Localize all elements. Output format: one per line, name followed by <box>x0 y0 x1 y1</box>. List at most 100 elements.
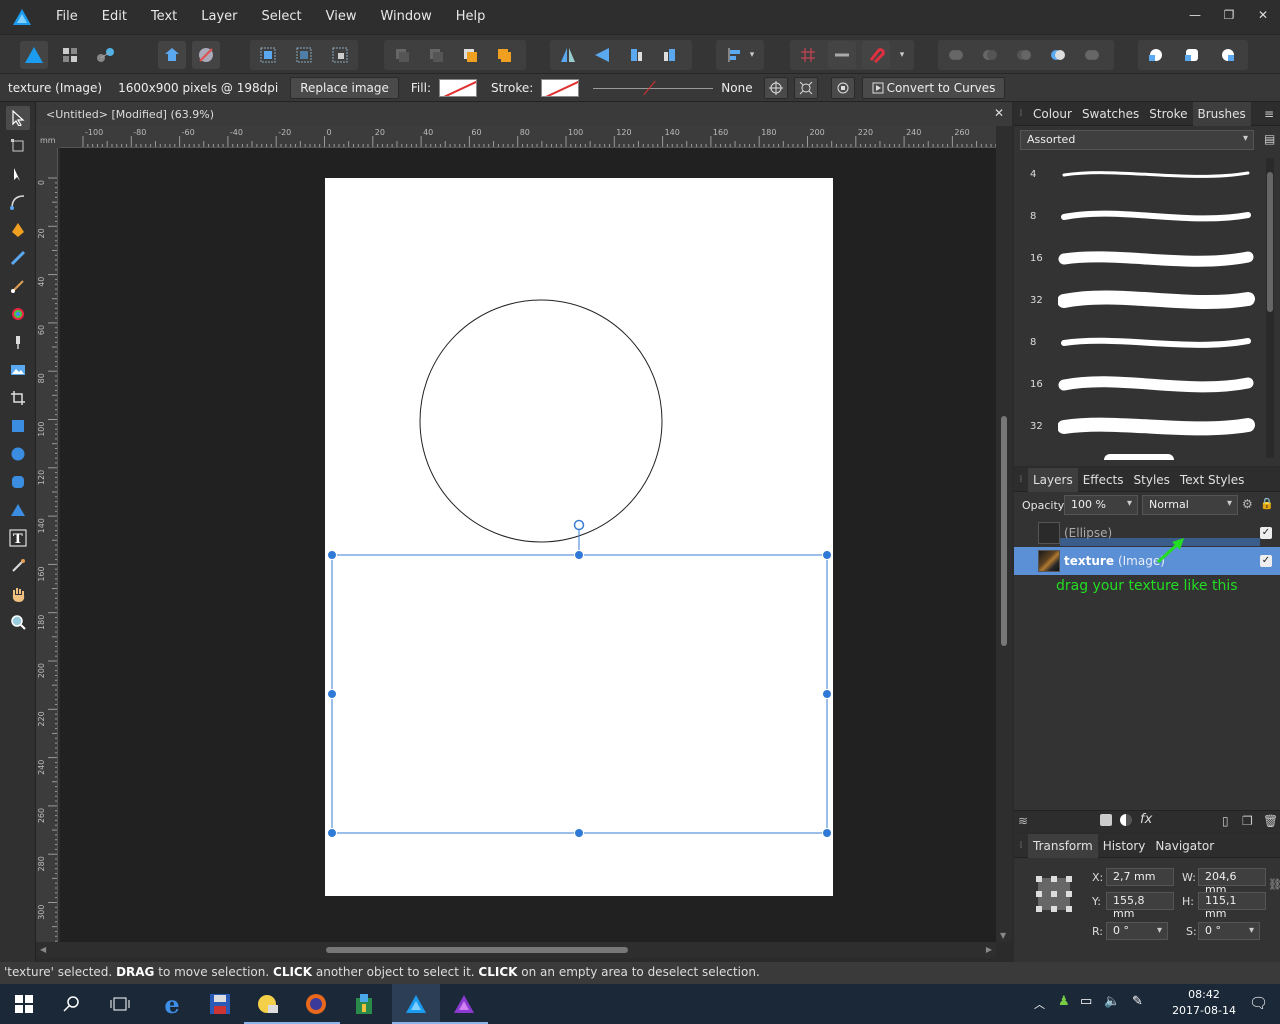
brush-list-menu-icon[interactable]: ▤ <box>1264 132 1275 146</box>
pixel-persona-icon[interactable] <box>56 41 84 69</box>
photo-app-icon[interactable] <box>244 984 292 1024</box>
scroll-left-icon[interactable]: ◀ <box>40 945 46 954</box>
zoom-tool-icon[interactable] <box>6 610 30 634</box>
save-app-icon[interactable] <box>196 984 244 1024</box>
xor-icon[interactable] <box>1044 41 1072 69</box>
transform-origin-icon[interactable] <box>793 76 818 99</box>
add-icon[interactable] <box>942 41 970 69</box>
adjustment-icon[interactable] <box>1120 814 1132 826</box>
node-tool-icon[interactable] <box>6 162 30 186</box>
affinity-designer-logo-icon[interactable] <box>0 0 44 34</box>
opacity-dropdown[interactable]: 100 % <box>1064 495 1138 515</box>
grid-icon[interactable] <box>794 41 822 69</box>
transparency-tool-icon[interactable] <box>6 330 30 354</box>
document-tab[interactable]: <Untitled> [Modified] (63.9%) ✕ <box>36 102 1012 126</box>
share-icon[interactable] <box>158 41 186 69</box>
layers-stack-icon[interactable]: ≋ <box>1018 814 1028 828</box>
affinity-designer-taskbar-icon[interactable] <box>392 984 440 1024</box>
tab-styles[interactable]: Styles <box>1129 468 1175 492</box>
menu-help[interactable]: Help <box>444 0 498 34</box>
magnet-icon[interactable] <box>862 41 890 69</box>
snap-to-grid-icon[interactable] <box>828 41 856 69</box>
move-to-back-icon[interactable] <box>388 41 416 69</box>
installer-app-icon[interactable] <box>340 984 388 1024</box>
vertical-scrollbar[interactable]: ▼ <box>996 126 1012 942</box>
move-forward-one-icon[interactable] <box>456 41 484 69</box>
menu-edit[interactable]: Edit <box>90 0 139 34</box>
layer-row-texture[interactable]: texture (Image) ✓ <box>1014 547 1280 575</box>
tab-colour[interactable]: Colour <box>1028 102 1077 126</box>
menu-file[interactable]: File <box>44 0 90 34</box>
anchor-selector-icon[interactable] <box>1034 874 1074 914</box>
menu-select[interactable]: Select <box>250 0 314 34</box>
lock-icon[interactable]: 🔒 <box>1260 497 1274 510</box>
clock[interactable]: 08:42 2017-08-14 <box>1172 987 1236 1019</box>
brush-item[interactable]: 8 <box>1014 322 1264 364</box>
menu-layer[interactable]: Layer <box>189 0 249 34</box>
corner-tool-icon[interactable] <box>6 190 30 214</box>
layer-settings-icon[interactable]: ⚙ <box>1242 497 1253 511</box>
x-field[interactable]: 2,7 mm <box>1106 868 1174 886</box>
stroke-swatch[interactable] <box>541 78 580 97</box>
close-document-icon[interactable]: ✕ <box>994 106 1004 120</box>
scroll-down-icon[interactable]: ▼ <box>1000 931 1006 940</box>
fx-icon[interactable]: fx <box>1140 812 1152 827</box>
brush-category-dropdown[interactable]: Assorted <box>1020 130 1254 150</box>
network-icon[interactable]: ▭ <box>1080 994 1092 1009</box>
invert-selection-icon[interactable] <box>326 41 354 69</box>
scroll-right-icon[interactable]: ▶ <box>986 945 992 954</box>
snapping-off-icon[interactable] <box>192 41 220 69</box>
tab-layers[interactable]: Layers <box>1028 467 1078 492</box>
rectangle-tool-icon[interactable] <box>6 414 30 438</box>
panel-menu-icon[interactable]: ≡ <box>1264 107 1280 121</box>
replace-image-button[interactable]: Replace image <box>290 76 399 99</box>
fill-tool-icon[interactable] <box>6 302 30 326</box>
tab-history[interactable]: History <box>1098 834 1151 858</box>
export-persona-icon[interactable] <box>92 41 120 69</box>
restore-icon[interactable]: ❐ <box>1212 0 1246 30</box>
handle-middle-left[interactable] <box>327 689 337 699</box>
brush-scrollbar[interactable] <box>1266 158 1274 458</box>
handle-bottom-left[interactable] <box>327 828 337 838</box>
brush-item[interactable]: 16 <box>1014 238 1264 280</box>
insert-top-icon[interactable] <box>1214 41 1242 69</box>
volume-icon[interactable]: 🔈 <box>1104 994 1120 1009</box>
deselect-icon[interactable] <box>290 41 318 69</box>
panel-grip-icon[interactable]: ⁞ <box>1014 102 1028 126</box>
handle-bottom-right[interactable] <box>822 828 832 838</box>
crop-tool-icon[interactable] <box>6 386 30 410</box>
stroke-value[interactable]: None <box>713 81 760 95</box>
divide-icon[interactable] <box>1078 41 1106 69</box>
edge-browser-icon[interactable]: e <box>148 984 196 1024</box>
vertical-scroll-thumb[interactable] <box>1001 416 1007 646</box>
tab-brushes[interactable]: Brushes <box>1192 101 1251 126</box>
tab-text-styles[interactable]: Text Styles <box>1175 468 1249 492</box>
link-aspect-icon[interactable]: ⛓ <box>1268 878 1280 891</box>
close-icon[interactable]: ✕ <box>1246 0 1280 30</box>
vector-brush-tool-icon[interactable] <box>6 274 30 298</box>
align-dropdown-icon[interactable]: ▾ <box>744 41 760 69</box>
rotate-icon[interactable] <box>830 76 855 99</box>
horizontal-ruler[interactable]: -100 -80 -60 -40 -20 0 20 40 60 80 100 120 140 160 180… <box>60 126 996 148</box>
flip-horizontal-icon[interactable] <box>554 41 582 69</box>
insert-inside-icon[interactable] <box>1178 41 1206 69</box>
tray-app-icon[interactable]: ♟ <box>1058 994 1070 1009</box>
h-field[interactable]: 115,1 mm <box>1198 892 1266 920</box>
fill-swatch[interactable] <box>438 78 477 97</box>
snapping-dropdown-icon[interactable]: ▾ <box>894 41 910 69</box>
notifications-icon[interactable]: 🗨 <box>1249 994 1268 1012</box>
add-layer-icon[interactable]: ▯ <box>1222 814 1229 828</box>
handle-top-left[interactable] <box>327 550 337 560</box>
artboard-tool-icon[interactable] <box>6 134 30 158</box>
minimize-icon[interactable]: — <box>1178 0 1212 30</box>
stroke-style-preview[interactable] <box>593 79 714 97</box>
brush-item-partial[interactable] <box>1104 454 1174 460</box>
flip-vertical-icon[interactable] <box>588 41 616 69</box>
move-back-one-icon[interactable] <box>422 41 450 69</box>
handle-top-right[interactable] <box>822 550 832 560</box>
select-all-icon[interactable] <box>254 41 282 69</box>
show-hidden-icons-icon[interactable]: ︿ <box>1034 996 1045 1012</box>
brush-item[interactable]: 16 <box>1014 364 1264 406</box>
designer-persona-icon[interactable] <box>20 41 48 69</box>
rotate-right-icon[interactable] <box>656 41 684 69</box>
